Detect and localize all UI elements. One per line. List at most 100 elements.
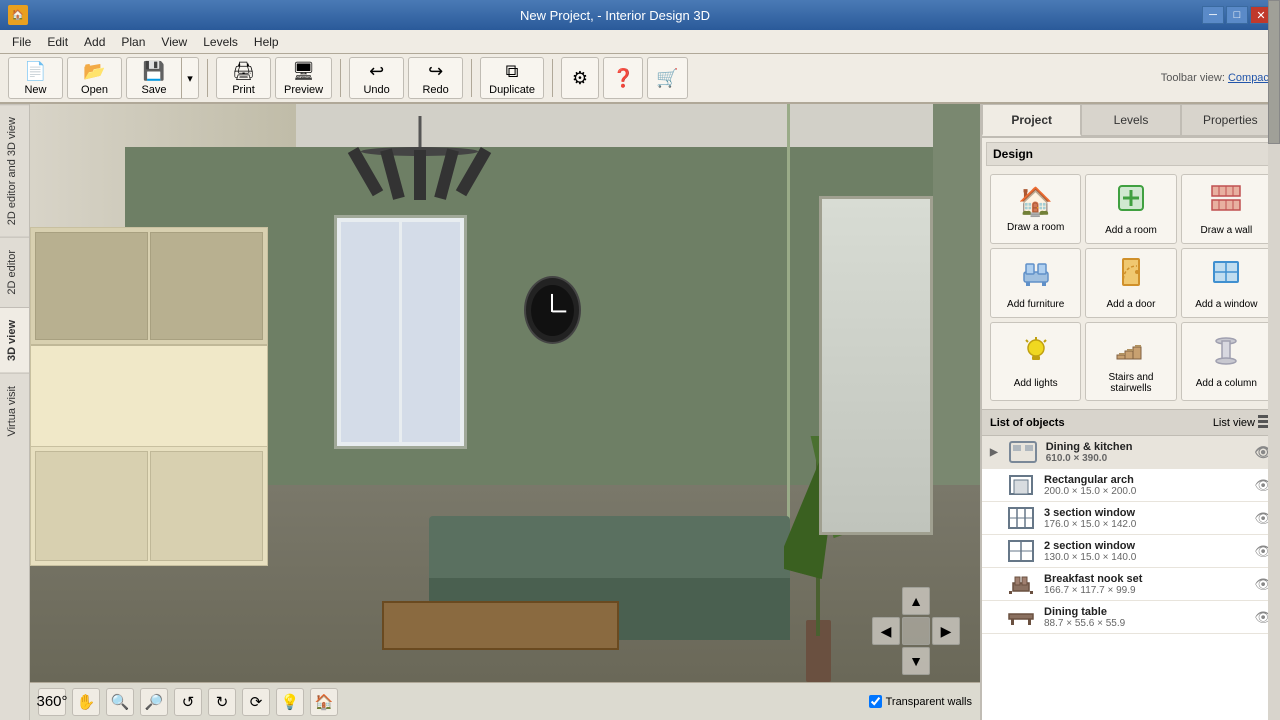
transparent-walls-label[interactable]: Transparent walls: [886, 696, 972, 708]
print-button[interactable]: 🖨 Print: [216, 57, 271, 99]
pan-icon: ✋: [77, 693, 96, 711]
window-title: New Project, - Interior Design 3D: [28, 8, 1202, 23]
add-window-button[interactable]: Add a window: [1181, 248, 1272, 318]
add-lights-icon: [1020, 335, 1052, 374]
list-item-breakfast-nook[interactable]: Breakfast nook set 166.7 × 117.7 × 99.9 …: [982, 568, 1280, 601]
side-tab-2d[interactable]: 2D editor: [0, 237, 29, 307]
window-controls: ─ □ ✕: [1202, 6, 1272, 24]
clock: [524, 276, 581, 344]
rotate-right-button[interactable]: ↻: [208, 688, 236, 716]
save-dropdown-button[interactable]: ▾: [181, 57, 199, 99]
home-view-button[interactable]: 🏠: [310, 688, 338, 716]
room-scene: [30, 104, 980, 720]
draw-room-button[interactable]: 🏠 Draw a room: [990, 174, 1081, 244]
undo-icon: ↩: [369, 61, 384, 82]
help-button[interactable]: ❓: [603, 57, 643, 99]
list-item-dining-table[interactable]: Dining table 88.7 × 55.6 × 55.9 👁: [982, 601, 1280, 634]
list-item-2sec-window[interactable]: 2 section window 130.0 × 15.0 × 140.0 👁: [982, 535, 1280, 568]
compact-link[interactable]: Compact: [1228, 72, 1272, 84]
draw-room-label: Draw a room: [1007, 222, 1064, 233]
duplicate-button[interactable]: ⧉ Duplicate: [480, 57, 544, 99]
nav-right-button[interactable]: ▶: [932, 617, 960, 645]
preview-button[interactable]: 🖥 Preview: [275, 57, 332, 99]
list-item-3sec-window[interactable]: 3 section window 176.0 × 15.0 × 142.0 👁: [982, 502, 1280, 535]
stairs-button[interactable]: Stairs and stairwells: [1085, 322, 1176, 401]
add-lights-label: Add lights: [1014, 378, 1058, 389]
nav-down-button[interactable]: ▼: [902, 647, 930, 675]
redo-button[interactable]: ↪ Redo: [408, 57, 463, 99]
design-section: Design 🏠 Draw a room Add a room: [982, 138, 1280, 409]
tab-levels[interactable]: Levels: [1081, 104, 1180, 136]
add-room-button[interactable]: Add a room: [1085, 174, 1176, 244]
toolbar-separator-1: [207, 59, 208, 97]
obj-info-dining-table: Dining table 88.7 × 55.6 × 55.9: [1044, 606, 1246, 629]
nav-left-button[interactable]: ◀: [872, 617, 900, 645]
obj-size-3sec-window: 176.0 × 15.0 × 142.0: [1044, 519, 1246, 530]
menu-add[interactable]: Add: [76, 33, 113, 51]
obj-name-3sec-window: 3 section window: [1044, 507, 1246, 519]
menu-help[interactable]: Help: [246, 33, 287, 51]
transparent-walls-checkbox[interactable]: [869, 695, 882, 708]
menu-view[interactable]: View: [153, 33, 195, 51]
obj-info-dining-kitchen: Dining & kitchen 610.0 × 390.0: [1046, 441, 1247, 464]
maximize-button[interactable]: □: [1226, 6, 1248, 24]
obj-size-breakfast-nook: 166.7 × 117.7 × 99.9: [1044, 585, 1246, 596]
obj-size-dining-kitchen: 610.0 × 390.0: [1046, 453, 1247, 464]
toolbar-separator-4: [552, 59, 553, 97]
obj-icon-breakfast-nook: [1006, 572, 1036, 596]
open-button[interactable]: 📂 Open: [67, 57, 122, 99]
obj-size-dining-table: 88.7 × 55.6 × 55.9: [1044, 618, 1246, 629]
light-button[interactable]: 💡: [276, 688, 304, 716]
list-view-button[interactable]: List view: [1213, 414, 1272, 431]
undo-button[interactable]: ↩ Undo: [349, 57, 404, 99]
side-tab-3d[interactable]: 3D view: [0, 307, 29, 373]
list-item-dining-kitchen[interactable]: ▶ Dining & kitchen 610.0 × 390.0 👁: [982, 436, 1280, 469]
help-icon: ❓: [612, 68, 634, 89]
menu-edit[interactable]: Edit: [39, 33, 76, 51]
objects-list[interactable]: ▶ Dining & kitchen 610.0 × 390.0 👁: [982, 436, 1280, 720]
stairs-icon: [1115, 329, 1147, 368]
zoom-out-button[interactable]: 🔍: [106, 688, 134, 716]
new-button[interactable]: 📄 New: [8, 57, 63, 99]
menu-file[interactable]: File: [4, 33, 39, 51]
obj-size-2sec-window: 130.0 × 15.0 × 140.0: [1044, 552, 1246, 563]
add-column-button[interactable]: Add a column: [1181, 322, 1272, 401]
new-icon: 📄: [24, 61, 46, 82]
obj-name-dining-table: Dining table: [1044, 606, 1246, 618]
left-tabs: 2D editor and 3D view 2D editor 3D view …: [0, 104, 30, 720]
settings-button[interactable]: ⚙: [561, 57, 599, 99]
menu-levels[interactable]: Levels: [195, 33, 246, 51]
orbit-button[interactable]: ⟳: [242, 688, 270, 716]
zoom-in-button[interactable]: 🔎: [140, 688, 168, 716]
obj-icon-rect-arch: [1006, 473, 1036, 497]
kitchen-cabinets: [30, 227, 268, 566]
obj-name-rect-arch: Rectangular arch: [1044, 474, 1246, 486]
side-tab-2d-3d[interactable]: 2D editor and 3D view: [0, 104, 29, 237]
right-window: [819, 196, 933, 535]
side-tab-virtual[interactable]: Virtua visit: [0, 373, 29, 449]
rotate-right-icon: ↻: [216, 693, 229, 711]
nav-center-button[interactable]: [902, 617, 930, 645]
tab-properties[interactable]: Properties: [1181, 104, 1280, 136]
view-360-button[interactable]: 360°: [38, 688, 66, 716]
save-button[interactable]: 💾 Save: [126, 57, 181, 99]
pan-button[interactable]: ✋: [72, 688, 100, 716]
minimize-button[interactable]: ─: [1202, 6, 1224, 24]
add-door-button[interactable]: Add a door: [1085, 248, 1176, 318]
viewport[interactable]: ▲ ◀ ▶ ▼ 360° ✋ 🔍 🔎 ↺: [30, 104, 980, 720]
add-lights-button[interactable]: Add lights: [990, 322, 1081, 401]
rotate-left-button[interactable]: ↺: [174, 688, 202, 716]
draw-wall-button[interactable]: Draw a wall: [1181, 174, 1272, 244]
add-room-icon: [1115, 182, 1147, 221]
menu-plan[interactable]: Plan: [113, 33, 153, 51]
tab-project[interactable]: Project: [982, 104, 1081, 136]
list-item-rect-arch[interactable]: Rectangular arch 200.0 × 15.0 × 200.0 👁: [982, 469, 1280, 502]
nav-up-button[interactable]: ▲: [902, 587, 930, 615]
add-furniture-button[interactable]: Add furniture: [990, 248, 1081, 318]
shop-button[interactable]: 🛒: [647, 57, 687, 99]
shop-icon: 🛒: [656, 68, 678, 89]
window-back: [334, 215, 467, 449]
draw-room-icon: 🏠: [1018, 185, 1053, 218]
zoom-in-icon: 🔎: [145, 693, 164, 711]
stairs-label: Stairs and stairwells: [1090, 372, 1171, 394]
